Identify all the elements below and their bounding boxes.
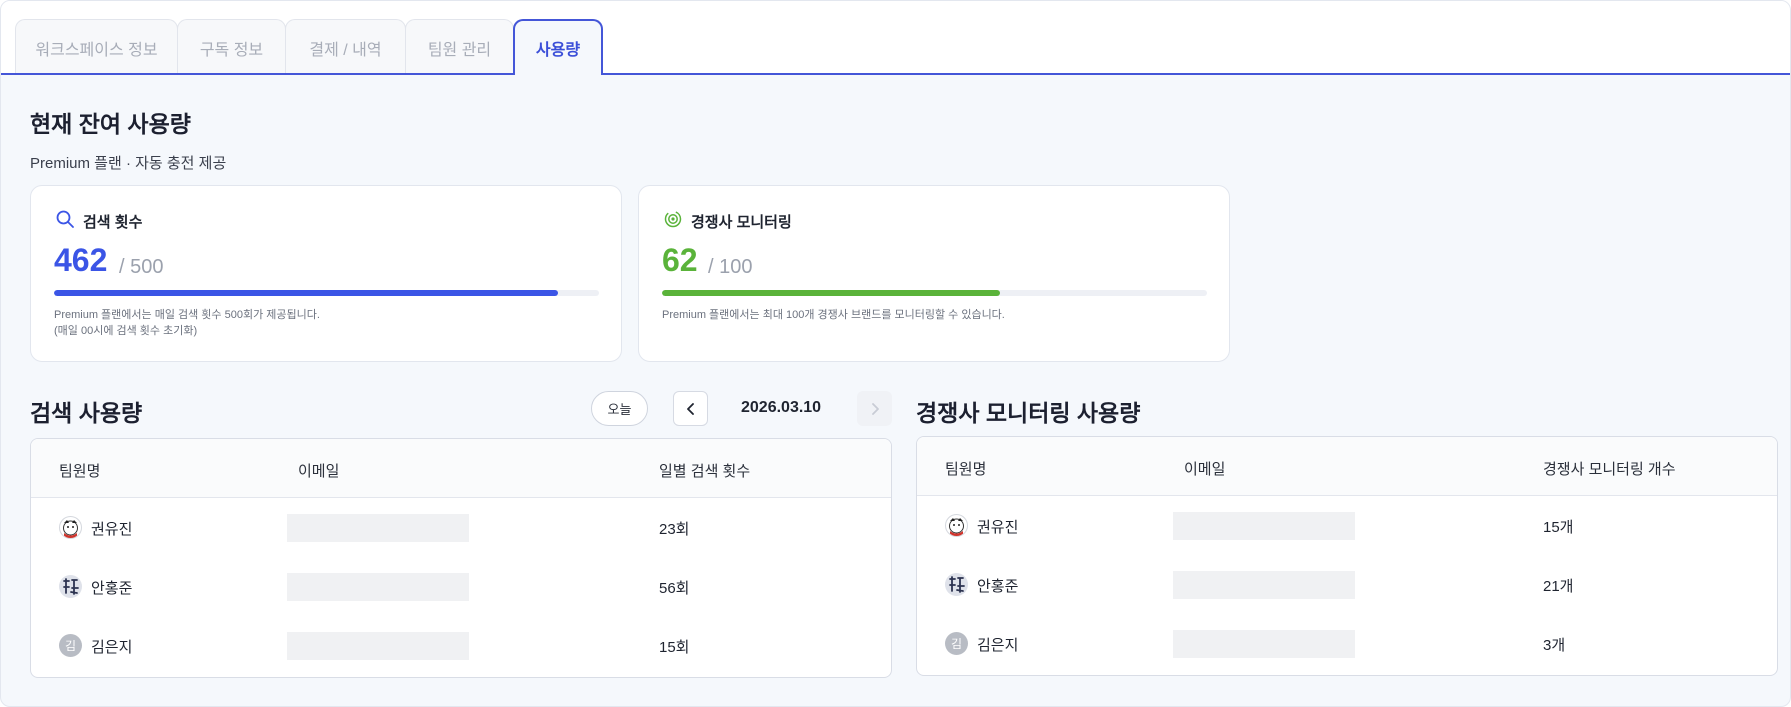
email-redacted <box>287 573 469 601</box>
table-row: 김 김은지 3개 <box>917 615 1777 673</box>
search-count-card: 검색 횟수 462 / 500 Premium 플랜에서는 매일 검색 횟수 5… <box>30 185 622 362</box>
search-used-count: 462 <box>54 242 108 278</box>
search-count-value: 56회 <box>659 580 690 597</box>
competitor-monitoring-card: 경쟁사 모니터링 62 / 100 Premium 플랜에서는 최대 100개 … <box>638 185 1230 362</box>
plan-subtitle: Premium 플랜 · 자동 충전 제공 <box>30 155 227 172</box>
competitor-count-value: 3개 <box>1543 637 1566 654</box>
tab-member-management[interactable]: 팀원 관리 <box>405 19 514 75</box>
chevron-right-icon <box>871 402 879 415</box>
next-date-button[interactable] <box>857 391 892 426</box>
member-name: 김은지 <box>91 639 133 656</box>
member-name: 안홍준 <box>91 580 133 597</box>
table-row: 김 김은지 15회 <box>31 617 891 675</box>
column-header-email: 이메일 <box>1184 461 1226 478</box>
table-row: 안홍준 56회 <box>31 558 891 616</box>
table-row: 권유진 23회 <box>31 499 891 557</box>
table-header: 팀원명 이메일 경쟁사 모니터링 개수 <box>917 437 1777 496</box>
competitor-count-value: 21개 <box>1543 578 1574 595</box>
avatar <box>945 514 968 537</box>
search-usage-title: 검색 사용량 <box>30 400 143 426</box>
search-note-line2: (매일 00시에 검색 횟수 초기화) <box>54 325 198 337</box>
competitor-count-value: 15개 <box>1543 519 1574 536</box>
search-card-title: 검색 횟수 <box>83 214 143 231</box>
tab-usage[interactable]: 사용량 <box>513 19 603 77</box>
competitor-usage-title: 경쟁사 모니터링 사용량 <box>916 400 1141 426</box>
avatar-initial: 김 <box>945 632 968 655</box>
search-icon <box>56 210 74 228</box>
email-redacted <box>1173 512 1355 540</box>
cartoon-avatar-icon <box>949 518 964 536</box>
member-name: 권유진 <box>91 521 133 538</box>
competitor-note-line1: Premium 플랜에서는 최대 100개 경쟁사 브랜드를 모니터링할 수 있… <box>662 309 1005 321</box>
page-title: 현재 잔여 사용량 <box>30 111 191 137</box>
chevron-left-icon <box>686 402 694 415</box>
competitor-progress-fill <box>662 290 1000 296</box>
search-total-count: / 500 <box>119 256 164 278</box>
competitor-card-note: Premium 플랜에서는 최대 100개 경쟁사 브랜드를 모니터링할 수 있… <box>662 307 1005 323</box>
email-redacted <box>287 632 469 660</box>
tab-payment-history[interactable]: 결제 / 내역 <box>285 19 406 75</box>
avatar <box>59 516 82 539</box>
column-header-email: 이메일 <box>298 463 340 480</box>
tab-workspace-info[interactable]: 워크스페이스 정보 <box>15 19 178 75</box>
calligraphy-avatar-icon <box>945 573 968 596</box>
competitor-card-title: 경쟁사 모니터링 <box>691 214 792 231</box>
table-header: 팀원명 이메일 일별 검색 횟수 <box>31 439 891 498</box>
competitor-usage-table: 팀원명 이메일 경쟁사 모니터링 개수 권유진 15개 안홍준 21개 김 김은… <box>916 436 1778 676</box>
table-row: 안홍준 21개 <box>917 556 1777 614</box>
competitor-progress-bar <box>662 290 1207 296</box>
email-redacted <box>1173 571 1355 599</box>
tab-subscription-info[interactable]: 구독 정보 <box>177 19 286 75</box>
member-name: 김은지 <box>977 637 1019 654</box>
search-count-value: 15회 <box>659 639 690 656</box>
member-name: 권유진 <box>977 519 1019 536</box>
current-date: 2026.03.10 <box>741 399 822 416</box>
tab-underline <box>1 73 1790 75</box>
search-progress-fill <box>54 290 558 296</box>
usage-page: 워크스페이스 정보 구독 정보 결제 / 내역 팀원 관리 사용량 현재 잔여 … <box>0 0 1791 707</box>
avatar <box>945 573 968 596</box>
calligraphy-avatar-icon <box>59 575 82 598</box>
avatar-initial: 김 <box>59 634 82 657</box>
search-note-line1: Premium 플랜에서는 매일 검색 횟수 500회가 제공됩니다. <box>54 309 320 321</box>
cartoon-avatar-icon <box>63 520 78 538</box>
search-card-note: Premium 플랜에서는 매일 검색 횟수 500회가 제공됩니다. (매일 … <box>54 307 320 339</box>
table-row: 권유진 15개 <box>917 497 1777 555</box>
tab-bar: 워크스페이스 정보 구독 정보 결제 / 내역 팀원 관리 사용량 <box>1 1 1790 77</box>
search-progress-bar <box>54 290 599 296</box>
member-name: 안홍준 <box>977 578 1019 595</box>
email-redacted <box>1173 630 1355 658</box>
prev-date-button[interactable] <box>673 391 708 426</box>
competitor-total-count: / 100 <box>708 256 753 278</box>
search-usage-table: 팀원명 이메일 일별 검색 횟수 권유진 23회 안홍준 56회 김 김은지 1… <box>30 438 892 678</box>
column-header-competitor-count: 경쟁사 모니터링 개수 <box>1543 461 1676 478</box>
search-count-value: 23회 <box>659 521 690 538</box>
column-header-name: 팀원명 <box>945 461 987 478</box>
email-redacted <box>287 514 469 542</box>
avatar <box>59 575 82 598</box>
column-header-daily-search: 일별 검색 횟수 <box>659 463 751 480</box>
column-header-name: 팀원명 <box>59 463 101 480</box>
radar-icon <box>664 210 682 228</box>
competitor-used-count: 62 <box>662 242 698 278</box>
today-button[interactable]: 오늘 <box>591 391 648 426</box>
